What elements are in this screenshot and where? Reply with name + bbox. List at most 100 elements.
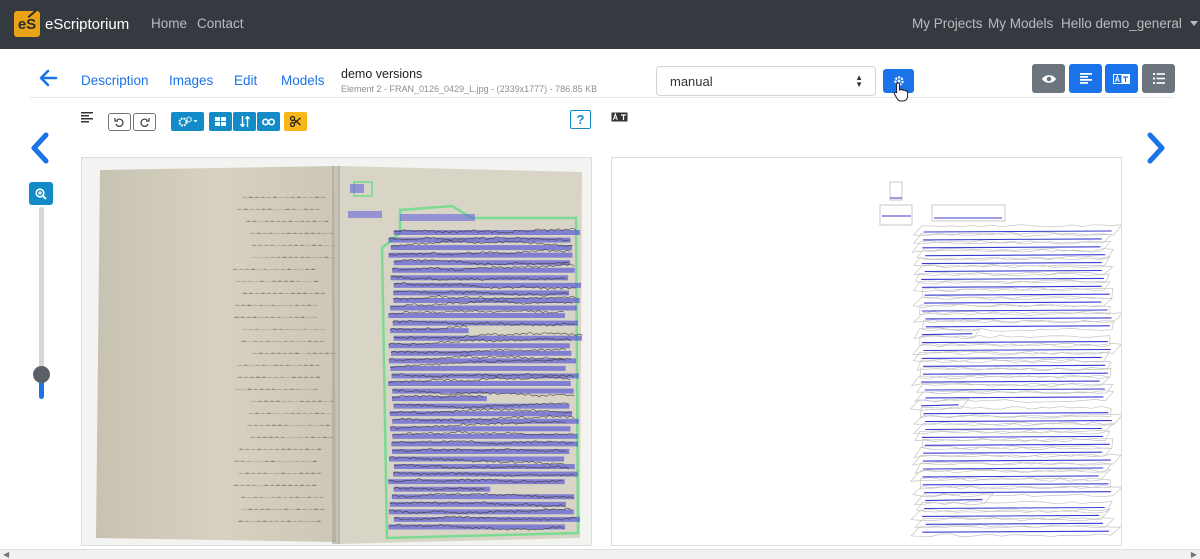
- baseline: [923, 412, 1109, 415]
- toggle-line-masks-button[interactable]: [257, 112, 280, 131]
- toggle-transcription-panel-button[interactable]: [1105, 64, 1138, 93]
- cut-mode-button[interactable]: [284, 112, 307, 131]
- line-mask: [393, 335, 583, 341]
- transcription-text-panel[interactable]: [611, 157, 1122, 546]
- toggle-segmentation-panel-button[interactable]: [1069, 64, 1102, 93]
- line-outline: [913, 255, 1111, 269]
- baseline: [925, 317, 1112, 320]
- line-mask: [391, 448, 570, 454]
- grid-icon: [215, 117, 226, 126]
- horizontal-scrollbar[interactable]: ◀ ▶: [0, 549, 1200, 559]
- baseline: [925, 427, 1102, 431]
- baseline: [923, 364, 1106, 367]
- baseline: [922, 467, 1104, 470]
- baseline: [923, 238, 1102, 241]
- nav-my-models-link[interactable]: My Models: [988, 16, 1053, 31]
- baseline: [925, 325, 1110, 328]
- back-arrow-icon[interactable]: [38, 68, 58, 88]
- baseline: [921, 380, 1100, 383]
- baseline: [924, 506, 1105, 510]
- nav-my-projects-link[interactable]: My Projects: [912, 16, 983, 31]
- manuscript-image: [82, 158, 591, 545]
- line-mask: [388, 524, 566, 530]
- zoom-in-icon: [35, 187, 47, 200]
- baseline: [922, 475, 1099, 478]
- baseline: [925, 420, 1112, 423]
- chevron-down-icon: [1189, 21, 1198, 26]
- baseline: [921, 333, 973, 336]
- baseline: [921, 262, 1102, 265]
- line-mask: [389, 456, 565, 462]
- baseline: [922, 372, 1108, 375]
- top-navbar: eS eScriptorium Home Contact My Projects…: [0, 0, 1200, 49]
- line-mask: [388, 313, 565, 319]
- transcription-select[interactable]: manual ▲ ▼: [656, 66, 876, 96]
- baseline: [923, 491, 1111, 494]
- line-outline: [913, 279, 1111, 292]
- toggle-source-panel-button[interactable]: [1032, 64, 1065, 93]
- help-label: ?: [576, 112, 585, 127]
- nav-contact-link[interactable]: Contact: [197, 16, 244, 31]
- undo-button[interactable]: [108, 113, 131, 131]
- brand-name: eScriptorium: [45, 15, 130, 33]
- baseline: [921, 356, 1102, 359]
- baseline: [925, 254, 1106, 257]
- baseline: [922, 309, 1108, 312]
- redo-button[interactable]: [133, 113, 156, 131]
- baseline: [921, 285, 1102, 288]
- line-mask: [390, 365, 566, 371]
- line-outline: [910, 524, 1121, 537]
- transcription-panel-icon: [611, 112, 628, 122]
- baseline: [921, 277, 1104, 280]
- scroll-right-icon[interactable]: ▶: [1191, 550, 1197, 559]
- line-outline: [879, 204, 913, 226]
- toggle-regions-button[interactable]: [209, 112, 232, 131]
- baseline: [924, 443, 1110, 446]
- eye-icon: [1041, 74, 1056, 83]
- toggle-ordering-button[interactable]: [233, 112, 256, 131]
- transcription-select-value: manual: [670, 74, 713, 89]
- line-outline: [889, 181, 903, 201]
- chevron-right-icon[interactable]: [1145, 132, 1167, 164]
- baseline: [922, 530, 1110, 533]
- user-greeting: Hello demo_general: [1061, 16, 1182, 31]
- baseline: [922, 459, 1111, 462]
- document-subtitle: Element 2 - FRAN_0126_0429_L.jpg - (2339…: [341, 84, 598, 94]
- user-menu[interactable]: Hello demo_general: [1061, 16, 1198, 31]
- tab-images[interactable]: Images: [169, 73, 213, 88]
- line-mask: [393, 403, 570, 409]
- line-outline: [912, 484, 1121, 498]
- line-mask: [388, 381, 571, 386]
- line-mask: [392, 267, 575, 273]
- tab-description[interactable]: Description: [81, 73, 149, 88]
- align-left-icon: [1079, 73, 1092, 84]
- redo-icon: [140, 117, 150, 127]
- baseline: [921, 341, 1108, 344]
- line-mask: [393, 260, 570, 266]
- brand-logo: eS: [14, 11, 40, 37]
- line-outline: [931, 204, 1006, 222]
- tab-models[interactable]: Models: [281, 73, 325, 88]
- baseline: [922, 514, 1100, 517]
- baseline: [921, 435, 1104, 438]
- zoom-slider-handle[interactable]: [33, 366, 50, 383]
- line-mask: [348, 211, 382, 218]
- line-baselines: [882, 197, 1112, 533]
- brand[interactable]: eS eScriptorium: [14, 11, 129, 37]
- help-button[interactable]: ?: [570, 110, 591, 129]
- baseline: [923, 301, 1102, 304]
- baseline: [923, 348, 1111, 352]
- line-mask: [389, 411, 573, 417]
- zoom-in-button[interactable]: [29, 182, 53, 205]
- tab-edit[interactable]: Edit: [234, 73, 257, 88]
- segmentation-settings-button[interactable]: [171, 112, 204, 131]
- scroll-left-icon[interactable]: ◀: [3, 550, 9, 559]
- chevron-left-icon[interactable]: [29, 132, 51, 164]
- segmentation-image-panel[interactable]: [81, 157, 592, 546]
- toggle-ordering-panel-button[interactable]: [1142, 64, 1175, 93]
- nav-home-link[interactable]: Home: [151, 16, 187, 31]
- baseline: [922, 246, 1101, 249]
- baseline: [924, 269, 1102, 273]
- line-mask: [350, 184, 364, 193]
- scissors-icon: [290, 116, 301, 127]
